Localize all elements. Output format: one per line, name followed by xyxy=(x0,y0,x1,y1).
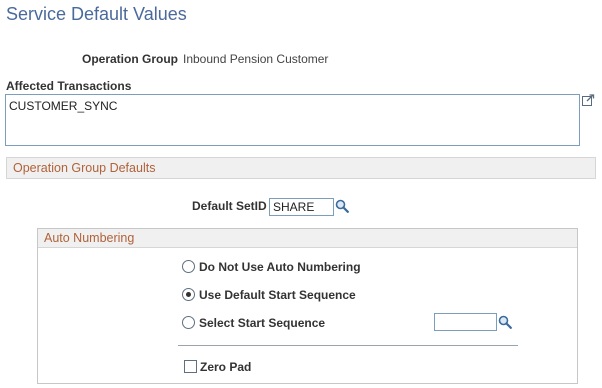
use-default-start-sequence-label: Use Default Start Sequence xyxy=(199,288,356,302)
select-start-sequence-label: Select Start Sequence xyxy=(199,316,326,330)
zero-pad-checkbox[interactable] xyxy=(184,360,197,373)
start-sequence-lookup-icon[interactable] xyxy=(498,315,512,329)
start-sequence-input[interactable] xyxy=(434,313,497,331)
affected-transactions-label: Affected Transactions xyxy=(6,79,132,93)
page-title: Service Default Values xyxy=(6,4,187,24)
operation-group-label: Operation Group xyxy=(82,52,178,66)
auto-numbering-group xyxy=(37,228,578,384)
radio-select-start-sequence[interactable] xyxy=(182,316,195,329)
radio-use-default-start-sequence[interactable] xyxy=(182,288,195,301)
default-setid-label: Default SetID xyxy=(192,199,267,213)
default-setid-input[interactable] xyxy=(269,198,334,216)
auto-numbering-header: Auto Numbering xyxy=(38,229,577,248)
operation-group-defaults-header: Operation Group Defaults xyxy=(6,157,596,179)
divider xyxy=(178,345,518,346)
do-not-use-auto-numbering-label: Do Not Use Auto Numbering xyxy=(199,260,361,274)
radio-do-not-use-auto-numbering[interactable] xyxy=(182,260,195,273)
zero-pad-label: Zero Pad xyxy=(200,360,252,374)
operation-group-value: Inbound Pension Customer xyxy=(183,52,329,66)
expand-icon[interactable] xyxy=(582,94,595,106)
setid-lookup-icon[interactable] xyxy=(335,199,349,213)
affected-transactions-field[interactable]: CUSTOMER_SYNC xyxy=(5,94,580,146)
